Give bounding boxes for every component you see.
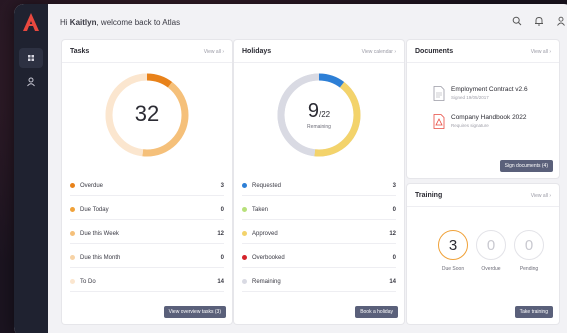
warning-document-icon <box>433 114 445 129</box>
user-name: Kaitlyn <box>69 17 97 27</box>
legend-dot <box>242 279 247 284</box>
training-title: Training <box>415 192 443 199</box>
documents-title: Documents <box>415 48 454 55</box>
holidays-title: Holidays <box>242 48 272 55</box>
legend-dot <box>242 183 247 188</box>
stat-value: 3 <box>392 182 396 189</box>
grid-icon[interactable] <box>25 52 37 64</box>
stat-label: Overbooked <box>252 254 285 261</box>
stat-label: To Do <box>80 278 96 285</box>
documents-card: Documents View all › Employment Contract… <box>407 40 559 178</box>
training-due-soon-label: Due Soon <box>441 266 465 272</box>
tasks-view-all-link[interactable]: View all › <box>204 49 224 55</box>
training-pending-label: Pending <box>519 266 539 272</box>
stat-label: Due this Month <box>80 254 121 261</box>
legend-dot <box>70 231 75 236</box>
document-status: Requires signature <box>451 123 489 128</box>
stat-row[interactable]: Due this Week 12 <box>70 224 224 244</box>
greeting-prefix: Hi <box>60 17 68 27</box>
stat-label: Remaining <box>252 278 281 285</box>
atlas-logo-icon[interactable] <box>23 13 39 31</box>
holidays-caption: Remaining <box>307 124 331 130</box>
view-overview-tasks-button[interactable]: View overview tasks (3) <box>163 306 226 318</box>
tasks-title: Tasks <box>70 48 90 55</box>
stat-value: 14 <box>217 278 224 285</box>
training-pending-count[interactable]: 0 <box>514 230 544 260</box>
search-icon[interactable] <box>512 16 522 26</box>
document-item[interactable]: Employment Contract v2.6 Signed 19/05/20… <box>433 86 528 101</box>
stat-value: 3 <box>220 182 224 189</box>
divider <box>407 62 559 63</box>
stat-row[interactable]: Overbooked 0 <box>242 248 396 268</box>
training-card: Training View all › 3 0 0 Due Soon Overd… <box>407 184 559 324</box>
app-window: Hi Kaitlyn, welcome back to Atlas Tasks … <box>14 4 567 333</box>
legend-dot <box>242 231 247 236</box>
stat-value: 0 <box>220 254 224 261</box>
stat-row[interactable]: Approved 12 <box>242 224 396 244</box>
document-name: Company Handbook 2022 <box>451 114 527 121</box>
tasks-card: Tasks View all › 32 Overdue 3 Due Today 0 Du… <box>62 40 232 324</box>
holidays-card: Holidays View calendar › 9/22 Remaining … <box>234 40 404 324</box>
greeting-suffix: , welcome back to Atlas <box>96 17 181 27</box>
stat-row[interactable]: Taken 0 <box>242 200 396 220</box>
legend-dot <box>242 207 247 212</box>
user-icon[interactable] <box>25 76 37 88</box>
training-view-all-link[interactable]: View all › <box>531 193 551 199</box>
document-status: Signed 19/05/2017 <box>451 95 489 100</box>
stat-label: Due Today <box>80 206 109 213</box>
stat-label: Due this Week <box>80 230 119 237</box>
stat-label: Approved <box>252 230 278 237</box>
top-icons <box>512 16 566 26</box>
stat-row[interactable]: Overdue 3 <box>70 176 224 196</box>
stat-label: Taken <box>252 206 269 213</box>
stat-row[interactable]: Requested 3 <box>242 176 396 196</box>
training-overdue-label: Overdue <box>481 266 501 272</box>
stat-value: 0 <box>220 206 224 213</box>
divider <box>234 62 404 63</box>
holidays-used: 9 <box>307 100 319 122</box>
document-item[interactable]: Company Handbook 2022 Requires signature <box>433 114 527 129</box>
stat-value: 0 <box>392 254 396 261</box>
training-overdue-count[interactable]: 0 <box>476 230 506 260</box>
top-bar: Hi Kaitlyn, welcome back to Atlas <box>48 4 567 40</box>
documents-view-all-link[interactable]: View all › <box>531 49 551 55</box>
sidebar-rail <box>14 4 48 333</box>
stat-value: 12 <box>389 230 396 237</box>
legend-dot <box>70 183 75 188</box>
holidays-summary: 9/22 Remaining <box>274 100 364 130</box>
document-icon <box>433 86 445 101</box>
legend-dot <box>70 207 75 212</box>
stat-row[interactable]: Remaining 14 <box>242 272 396 292</box>
stat-row[interactable]: Due Today 0 <box>70 200 224 220</box>
sign-documents-button[interactable]: Sign documents (4) <box>499 160 553 172</box>
divider <box>407 206 559 207</box>
stat-row[interactable]: To Do 14 <box>70 272 224 292</box>
tasks-total: 32 <box>134 101 160 126</box>
stat-row[interactable]: Due this Month 0 <box>70 248 224 268</box>
stat-value: 14 <box>389 278 396 285</box>
holidays-total: /22 <box>319 110 331 119</box>
stat-label: Requested <box>252 182 282 189</box>
legend-dot <box>70 255 75 260</box>
stat-value: 0 <box>392 206 396 213</box>
legend-dot <box>242 255 247 260</box>
training-due-soon-count[interactable]: 3 <box>438 230 468 260</box>
stat-label: Overdue <box>80 182 104 189</box>
account-icon[interactable] <box>556 16 566 26</box>
document-name: Employment Contract v2.6 <box>451 86 528 93</box>
holidays-view-calendar-link[interactable]: View calendar › <box>362 49 396 55</box>
legend-dot <box>70 279 75 284</box>
stat-value: 12 <box>217 230 224 237</box>
book-holiday-button[interactable]: Book a holiday <box>355 306 398 318</box>
divider <box>62 62 232 63</box>
bell-icon[interactable] <box>534 16 544 26</box>
take-training-button[interactable]: Take training <box>514 306 553 318</box>
